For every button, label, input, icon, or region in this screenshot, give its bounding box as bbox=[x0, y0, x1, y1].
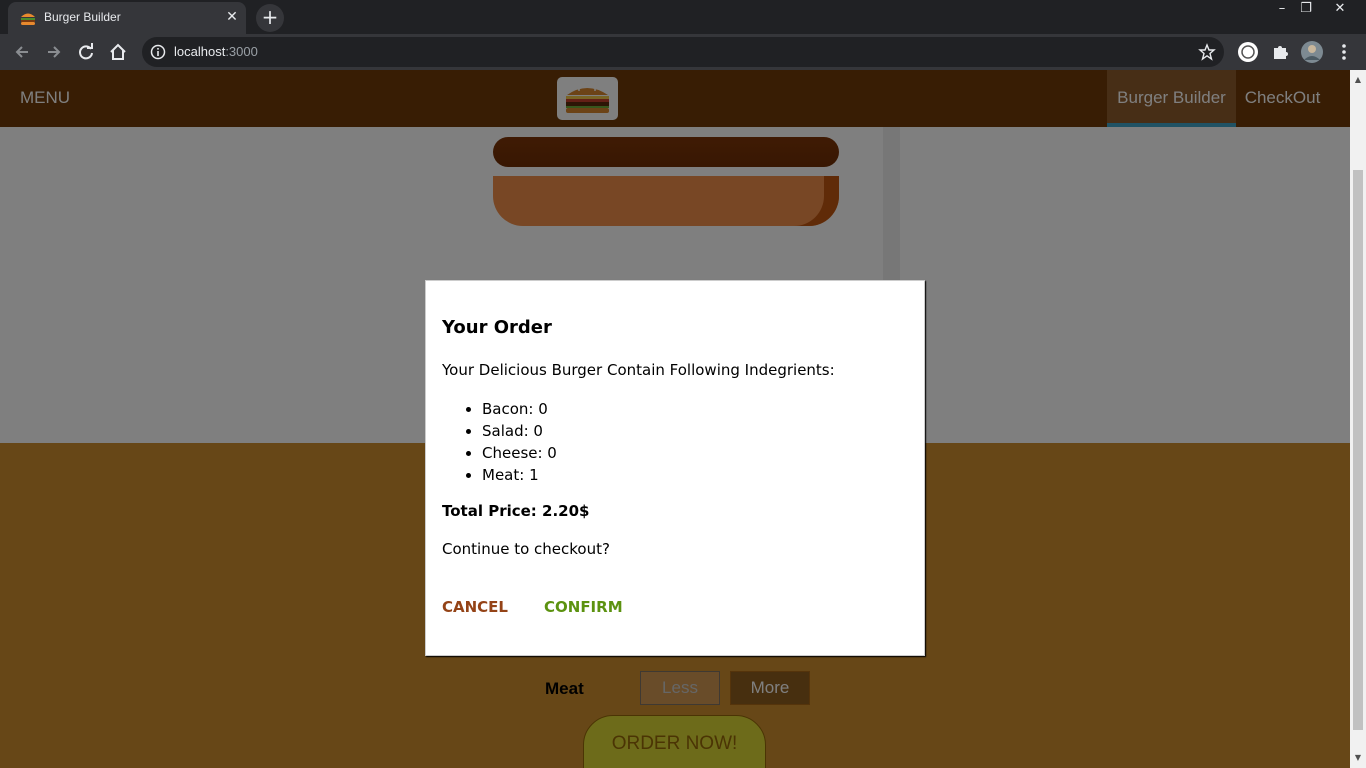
page-scrollbar[interactable]: ▲ ▼ bbox=[1350, 70, 1366, 768]
new-tab-button[interactable]: + bbox=[256, 4, 284, 32]
address-bar[interactable]: localhost:3000 bbox=[142, 37, 1224, 67]
forward-arrow-icon[interactable] bbox=[40, 38, 68, 66]
profile-avatar-icon[interactable] bbox=[1299, 39, 1325, 65]
burger-favicon-icon bbox=[21, 13, 35, 25]
kebab-menu-icon[interactable] bbox=[1331, 39, 1357, 65]
list-item: Bacon: 0 bbox=[482, 398, 557, 420]
checkout-question: Continue to checkout? bbox=[442, 540, 610, 558]
confirm-button[interactable]: CONFIRM bbox=[544, 598, 623, 616]
ingredients-list: Bacon: 0 Salad: 0 Cheese: 0 Meat: 1 bbox=[482, 398, 557, 486]
modal-intro: Your Delicious Burger Contain Following … bbox=[442, 361, 835, 379]
total-price: Total Price: 2.20$ bbox=[442, 502, 590, 520]
url-text: localhost:3000 bbox=[174, 44, 258, 59]
back-arrow-icon[interactable] bbox=[8, 38, 36, 66]
restore-icon[interactable]: ❐ bbox=[1290, 0, 1322, 20]
puzzle-extensions-icon[interactable] bbox=[1267, 39, 1293, 65]
browser-tab-strip: Burger Builder ✕ + – ❐ ✕ bbox=[0, 0, 1366, 34]
list-item: Cheese: 0 bbox=[482, 442, 557, 464]
scroll-up-icon[interactable]: ▲ bbox=[1350, 72, 1366, 88]
browser-toolbar: localhost:3000 bbox=[0, 34, 1366, 70]
modal-title: Your Order bbox=[442, 317, 552, 338]
info-icon[interactable] bbox=[150, 44, 166, 60]
cancel-button[interactable]: CANCEL bbox=[442, 598, 508, 616]
page-viewport: Meat Less More ORDER NOW! MENU Burger Bu… bbox=[0, 70, 1350, 768]
list-item: Meat: 1 bbox=[482, 464, 557, 486]
bookmark-star-icon[interactable] bbox=[1198, 43, 1216, 61]
tab-title: Burger Builder bbox=[44, 10, 121, 24]
window-close-icon[interactable]: ✕ bbox=[1324, 0, 1356, 20]
close-icon[interactable]: ✕ bbox=[224, 9, 240, 25]
scroll-thumb[interactable] bbox=[1353, 170, 1363, 730]
order-summary-modal: Your Order Your Delicious Burger Contain… bbox=[425, 280, 925, 656]
home-icon[interactable] bbox=[104, 38, 132, 66]
scroll-down-icon[interactable]: ▼ bbox=[1350, 750, 1366, 766]
browser-tab[interactable]: Burger Builder ✕ bbox=[8, 2, 246, 34]
list-item: Salad: 0 bbox=[482, 420, 557, 442]
extension-icon[interactable] bbox=[1235, 39, 1261, 65]
reload-icon[interactable] bbox=[72, 38, 100, 66]
